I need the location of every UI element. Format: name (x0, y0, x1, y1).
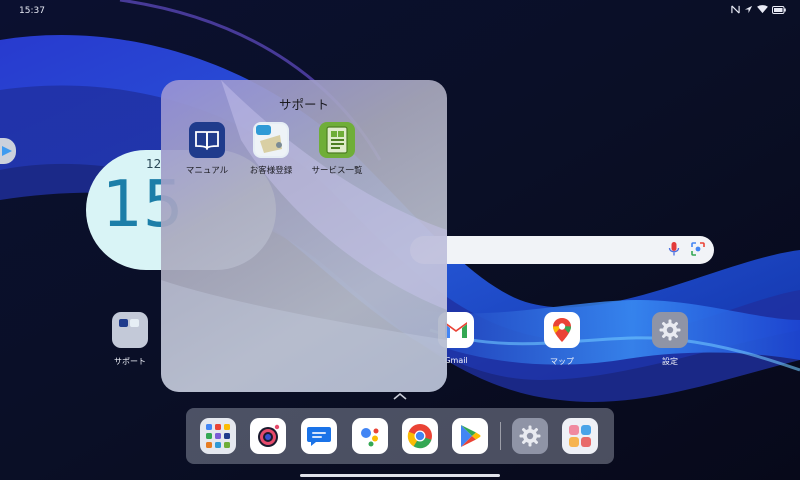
nfc-icon (731, 5, 740, 14)
lens-icon[interactable] (690, 241, 706, 261)
gesture-nav-handle[interactable] (300, 474, 500, 477)
home-app-label: マップ (550, 357, 574, 366)
status-time: 15:37 (19, 6, 45, 16)
folder-app-label: マニュアル (185, 166, 229, 176)
dock-app-chrome[interactable] (402, 418, 438, 454)
status-bar: 15:37 (0, 0, 800, 24)
app-library-icon (569, 425, 591, 447)
registration-icon (253, 122, 289, 158)
dock-app-camera[interactable] (250, 418, 286, 454)
home-app-label: 設定 (662, 357, 678, 366)
messages-icon (307, 427, 331, 446)
folder-app-customer-registration[interactable]: お客様登録 (235, 122, 307, 176)
folder-title: サポート (278, 97, 329, 112)
dock-app-library[interactable] (562, 418, 598, 454)
location-arrow-icon (744, 5, 753, 14)
folder-app-label: サービス一覧 (311, 166, 363, 176)
home-app-label: サポート (114, 357, 146, 366)
book-icon (189, 122, 225, 158)
assistant-icon (361, 428, 379, 447)
play-store-icon (461, 425, 481, 447)
home-app-maps[interactable]: マップ (532, 312, 592, 367)
dock-app-play-store[interactable] (452, 418, 488, 454)
maps-icon (544, 312, 580, 348)
dock-app-assistant[interactable] (352, 418, 388, 454)
chrome-icon (407, 424, 432, 449)
home-app-settings[interactable]: 設定 (640, 312, 700, 367)
search-bar[interactable] (410, 236, 714, 264)
play-store-icon (2, 146, 12, 156)
folder-app-service-list[interactable]: サービス一覧 (301, 122, 373, 176)
microphone-icon[interactable] (668, 241, 680, 261)
camera-icon (258, 424, 280, 447)
folder-app-manual[interactable]: マニュアル (171, 122, 243, 176)
dock-app-settings[interactable] (512, 418, 548, 454)
dock-separator (500, 422, 501, 450)
wifi-icon (757, 5, 768, 14)
gear-icon (519, 425, 541, 447)
folder-icon (112, 312, 148, 348)
battery-icon (772, 5, 786, 14)
chevron-up-icon[interactable] (391, 386, 409, 400)
dock-app-messages[interactable] (301, 418, 337, 454)
folder-app-label: お客様登録 (249, 166, 293, 176)
dock-app-drawer[interactable] (200, 418, 236, 454)
gear-icon (652, 312, 688, 348)
home-app-support-folder[interactable]: サポート (100, 312, 160, 367)
dock (186, 408, 614, 464)
service-list-icon (319, 122, 355, 158)
folder-popup: サポート マニュアル お客様登録 サービス一覧 (161, 80, 447, 392)
app-grid-icon (206, 424, 230, 448)
